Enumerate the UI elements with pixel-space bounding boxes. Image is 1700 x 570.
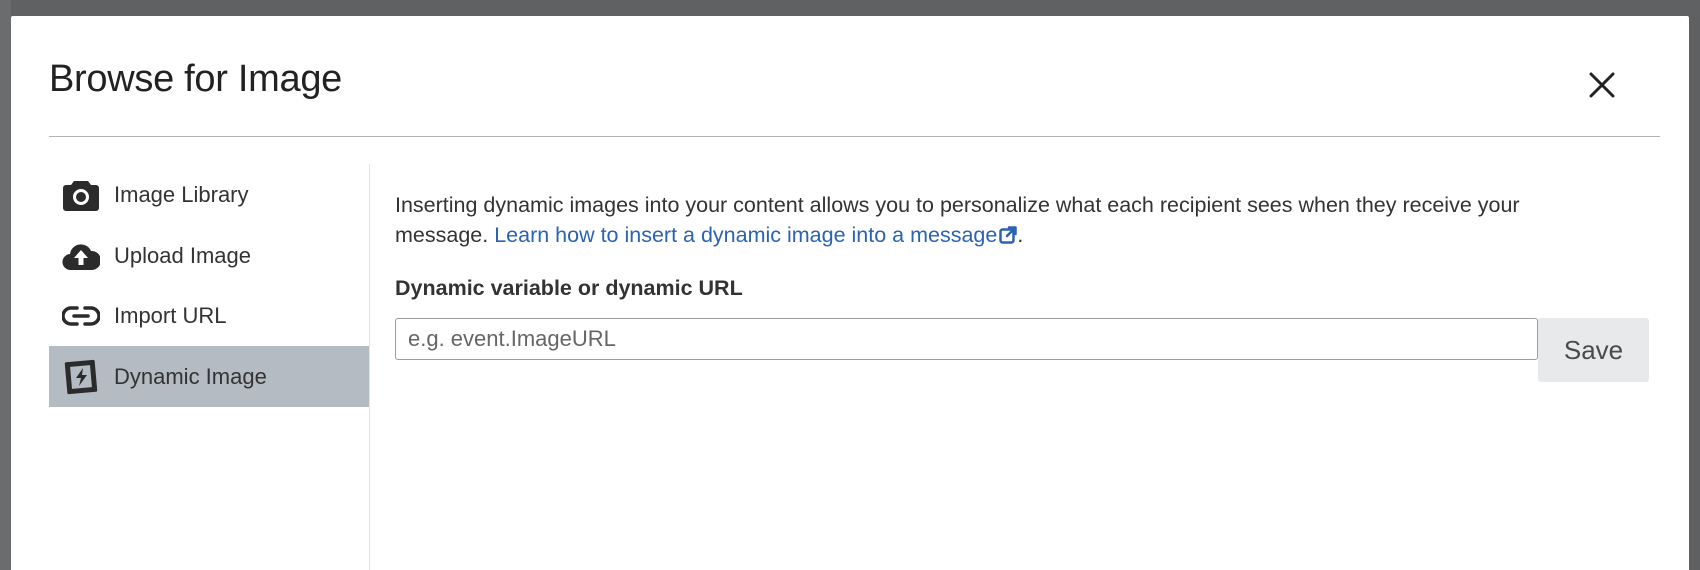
page-overlay-edge (0, 0, 11, 570)
dynamic-url-input[interactable] (395, 318, 1538, 360)
dialog-title: Browse for Image (49, 58, 342, 100)
external-link-icon (999, 226, 1018, 244)
sidebar-item-label: Image Library (114, 181, 249, 207)
description-period: . (1017, 223, 1024, 247)
close-button[interactable] (1579, 62, 1625, 108)
cloud-upload-icon (61, 236, 101, 276)
help-link-text: Learn how to insert a dynamic image into… (494, 223, 998, 247)
browse-image-dialog: Browse for Image Image Library Upload Im… (11, 16, 1689, 570)
sidebar-item-label: Dynamic Image (114, 363, 267, 389)
sidebar-item-label: Upload Image (114, 242, 251, 268)
camera-icon (61, 175, 101, 215)
page-overlay (0, 0, 1700, 16)
link-icon (61, 296, 101, 336)
sidebar: Image Library Upload Image Import URL Dy… (49, 164, 370, 570)
sidebar-item-import-url[interactable]: Import URL (49, 285, 369, 346)
sidebar-item-label: Import URL (114, 302, 227, 328)
dynamic-url-label: Dynamic variable or dynamic URL (395, 276, 743, 300)
save-button[interactable]: Save (1538, 318, 1649, 382)
header-divider (49, 136, 1660, 137)
panel-description: Inserting dynamic images into your conte… (395, 190, 1605, 250)
help-link[interactable]: Learn how to insert a dynamic image into… (494, 223, 1018, 247)
sidebar-item-upload-image[interactable]: Upload Image (49, 225, 369, 286)
close-icon (1589, 72, 1615, 98)
sidebar-item-dynamic-image[interactable]: Dynamic Image (49, 346, 369, 407)
sidebar-item-image-library[interactable]: Image Library (49, 164, 369, 225)
dynamic-image-icon (61, 357, 101, 397)
